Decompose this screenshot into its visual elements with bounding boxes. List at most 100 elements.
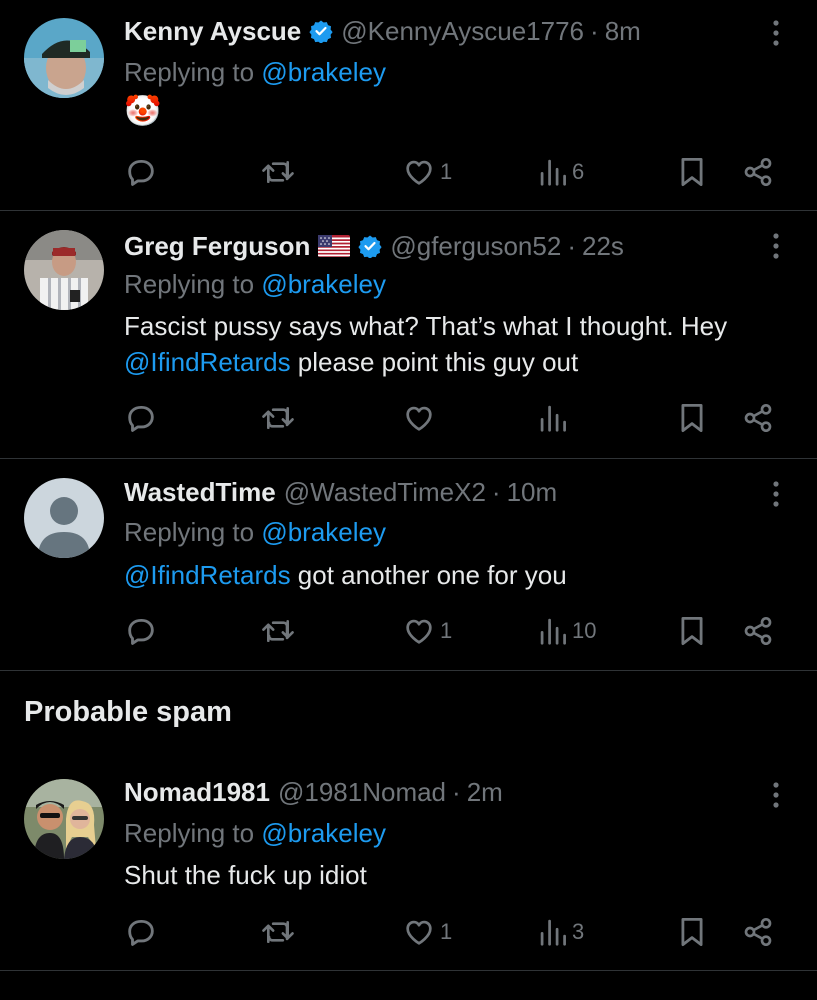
- reply-button[interactable]: [124, 611, 158, 651]
- avatar[interactable]: [24, 779, 104, 859]
- reply-icon: [128, 618, 154, 645]
- views-button[interactable]: 3: [538, 912, 584, 952]
- bookmark-button[interactable]: [678, 398, 706, 438]
- views-button[interactable]: 10: [538, 611, 596, 651]
- avatar[interactable]: [24, 230, 104, 310]
- handle[interactable]: @WastedTimeX2: [284, 477, 486, 508]
- replying-to: Replying to @brakeley: [124, 516, 386, 548]
- mention-link[interactable]: @IfindRetards: [124, 347, 291, 377]
- like-button[interactable]: 1: [402, 152, 452, 192]
- avatar[interactable]: [24, 478, 104, 558]
- repost-button[interactable]: [260, 611, 296, 651]
- share-icon: [744, 158, 772, 186]
- separator-dot: ·: [590, 15, 599, 46]
- views-icon: [540, 405, 566, 432]
- repost-icon: [262, 920, 294, 944]
- views-icon: [540, 159, 566, 186]
- share-icon: [744, 617, 772, 645]
- like-icon: [406, 160, 432, 185]
- display-name[interactable]: Kenny Ayscue: [124, 16, 301, 47]
- avatar[interactable]: [24, 18, 104, 98]
- share-button[interactable]: [742, 611, 774, 651]
- display-name[interactable]: WastedTime: [124, 477, 276, 508]
- more-options-icon[interactable]: [762, 778, 790, 812]
- mention-link[interactable]: @IfindRetards: [124, 560, 291, 590]
- share-button[interactable]: [742, 398, 774, 438]
- reply-button[interactable]: [124, 152, 158, 192]
- tweet-greg-ferguson[interactable]: Greg Ferguson @gferguson52 · 22s Replyin…: [0, 211, 817, 457]
- action-bar: 1 3: [124, 912, 784, 952]
- timestamp[interactable]: 2m: [467, 777, 503, 808]
- display-name[interactable]: Greg Ferguson: [124, 231, 310, 262]
- reply-icon: [128, 919, 154, 946]
- repost-button[interactable]: [260, 398, 296, 438]
- reply-button[interactable]: [124, 912, 158, 952]
- share-button[interactable]: [742, 912, 774, 952]
- share-icon: [744, 404, 772, 432]
- us-flag-icon: [318, 235, 351, 257]
- views-icon: [540, 618, 566, 645]
- handle[interactable]: @KennyAyscue1776: [341, 16, 584, 47]
- repost-button[interactable]: [260, 912, 296, 952]
- like-icon: [406, 619, 432, 644]
- share-button[interactable]: [742, 152, 774, 192]
- replying-mention-link[interactable]: @brakeley: [261, 269, 386, 299]
- replying-mention-link[interactable]: @brakeley: [261, 57, 386, 87]
- tweet-wastedtime[interactable]: WastedTime @WastedTimeX2 · 10m Replying …: [0, 459, 817, 670]
- repost-icon: [262, 160, 294, 184]
- replying-mention-link[interactable]: @brakeley: [261, 818, 386, 848]
- share-icon: [744, 918, 772, 946]
- view-count: 10: [572, 618, 597, 643]
- handle[interactable]: @gferguson52: [390, 231, 561, 262]
- view-count: 6: [572, 159, 585, 184]
- tweet-text: @IfindRetards got another one for you: [124, 557, 784, 593]
- reply-button[interactable]: [124, 398, 158, 438]
- bookmark-button[interactable]: [678, 152, 706, 192]
- bookmark-button[interactable]: [678, 611, 706, 651]
- like-icon: [406, 920, 432, 945]
- tweet-nomad1981[interactable]: Nomad1981 @1981Nomad · 2m Replying to @b…: [0, 760, 817, 970]
- tweet-kenny-ayscue[interactable]: Kenny Ayscue @KennyAyscue1776 · 8m Reply…: [0, 0, 817, 210]
- tweet-text: Shut the fuck up idiot: [124, 860, 367, 890]
- handle[interactable]: @1981Nomad: [278, 777, 446, 808]
- separator-dot: ·: [567, 230, 576, 261]
- tweet-text-rest: please point this guy out: [290, 347, 579, 377]
- repost-button[interactable]: [260, 152, 296, 192]
- views-button[interactable]: [538, 398, 568, 438]
- tweet-text-line: @IfindRetards please point this guy out: [124, 344, 784, 380]
- divider: [0, 670, 817, 671]
- replying-mention-link[interactable]: @brakeley: [261, 517, 386, 547]
- like-count: 1: [440, 919, 453, 944]
- replying-to: Replying to @brakeley: [124, 268, 386, 300]
- replying-to: Replying to @brakeley: [124, 56, 386, 88]
- tweet-text: 🤡: [124, 94, 784, 130]
- views-button[interactable]: 6: [538, 152, 584, 192]
- replying-prefix: Replying to: [124, 818, 255, 848]
- like-count: 1: [440, 618, 453, 643]
- separator-dot: ·: [491, 476, 501, 507]
- more-options-icon[interactable]: [762, 16, 790, 50]
- like-button[interactable]: 1: [402, 611, 452, 651]
- section-title-probable-spam: Probable spam: [24, 696, 232, 728]
- bookmark-button[interactable]: [678, 912, 706, 952]
- replying-prefix: Replying to: [124, 269, 255, 299]
- replying-to: Replying to @brakeley: [124, 817, 386, 849]
- tweet-text-rest: got another one for you: [290, 560, 567, 590]
- replying-prefix: Replying to: [124, 57, 255, 87]
- like-count: 1: [440, 159, 453, 184]
- like-button[interactable]: 1: [402, 912, 452, 952]
- bookmark-icon: [681, 404, 703, 432]
- like-button[interactable]: [402, 398, 436, 438]
- timestamp[interactable]: 22s: [582, 231, 624, 262]
- display-name[interactable]: Nomad1981: [124, 777, 270, 808]
- like-icon: [406, 406, 432, 431]
- bookmark-icon: [681, 918, 703, 946]
- timestamp[interactable]: 8m: [605, 16, 641, 47]
- reply-icon: [128, 159, 154, 186]
- action-bar: [124, 398, 784, 438]
- verified-badge-icon: [309, 19, 333, 43]
- more-options-icon[interactable]: [762, 477, 790, 511]
- timestamp[interactable]: 10m: [507, 477, 558, 508]
- reply-icon: [128, 405, 154, 432]
- more-options-icon[interactable]: [762, 229, 790, 263]
